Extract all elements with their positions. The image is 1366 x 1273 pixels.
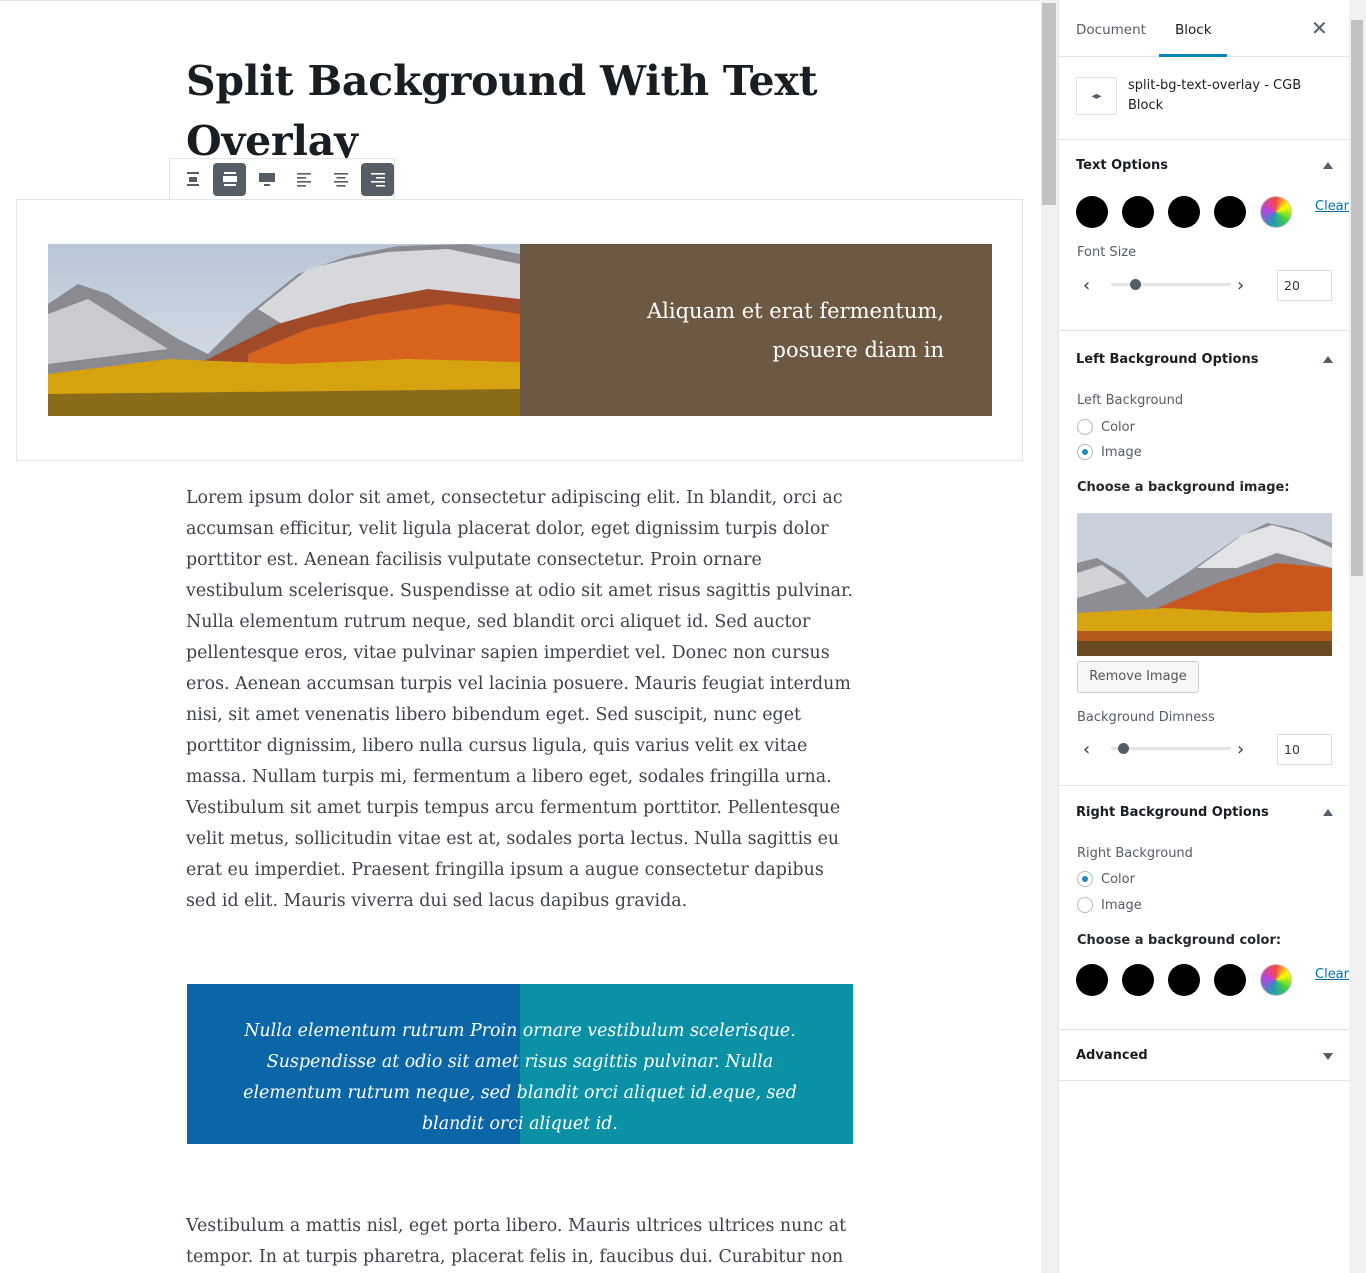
right-bg-color-palette bbox=[1076, 964, 1292, 996]
right-bg-radio-image[interactable]: Image bbox=[1077, 897, 1142, 913]
text-align-center-button[interactable] bbox=[324, 163, 357, 196]
radio-label: Image bbox=[1101, 897, 1142, 913]
font-size-label: Font Size bbox=[1077, 245, 1137, 260]
close-icon[interactable]: ✕ bbox=[1311, 18, 1328, 38]
mountain-landscape-image bbox=[48, 244, 520, 416]
chevron-right-icon[interactable]: › bbox=[1237, 275, 1244, 296]
right-bg-radio-color[interactable]: Color bbox=[1077, 871, 1135, 887]
paragraph-block[interactable]: Lorem ipsum dolor sit amet, consectetur … bbox=[186, 483, 856, 917]
dimness-slider-handle[interactable] bbox=[1118, 743, 1129, 754]
chevron-left-icon[interactable]: ‹ bbox=[1083, 275, 1090, 296]
clear-text-color-link[interactable]: Clear bbox=[1315, 199, 1349, 214]
color-swatch[interactable] bbox=[1214, 964, 1246, 996]
font-size-track[interactable] bbox=[1111, 283, 1231, 286]
right-background-label: Right Background bbox=[1077, 846, 1193, 861]
text-align-center-icon bbox=[333, 173, 348, 187]
align-center-button[interactable] bbox=[176, 163, 209, 196]
choose-image-label: Choose a background image: bbox=[1077, 480, 1290, 495]
text-align-right-icon bbox=[370, 173, 385, 187]
left-background-label: Left Background bbox=[1077, 393, 1184, 408]
panel-divider bbox=[1059, 785, 1350, 786]
dimness-input[interactable]: 10 bbox=[1277, 734, 1332, 765]
dimness-track[interactable] bbox=[1111, 747, 1231, 750]
choose-color-label: Choose a background color: bbox=[1077, 933, 1282, 948]
editor-scrollbar-thumb[interactable] bbox=[1042, 3, 1056, 205]
block-type-icon: ◂▸ bbox=[1076, 77, 1117, 115]
panel-right-bg-title[interactable]: Right Background Options bbox=[1076, 805, 1269, 820]
color-swatch[interactable] bbox=[1122, 196, 1154, 228]
post-title[interactable]: Split Background With Text Overlay bbox=[186, 51, 866, 171]
radio-button[interactable] bbox=[1077, 897, 1093, 913]
split2-overlay-text[interactable]: Nulla elementum rutrum Proin ornare vest… bbox=[215, 1016, 825, 1140]
block-card: ◂▸ split-bg-text-overlay - CGB Block bbox=[1059, 57, 1349, 140]
text-align-left-button[interactable] bbox=[287, 163, 320, 196]
text-color-palette bbox=[1076, 196, 1292, 228]
color-swatch[interactable] bbox=[1076, 196, 1108, 228]
custom-color-picker[interactable] bbox=[1260, 196, 1292, 228]
background-image-preview[interactable] bbox=[1077, 513, 1332, 656]
color-swatch[interactable] bbox=[1214, 196, 1246, 228]
radio-label: Image bbox=[1101, 444, 1142, 460]
remove-image-button[interactable]: Remove Image bbox=[1077, 661, 1199, 693]
left-bg-radio-image[interactable]: Image bbox=[1077, 444, 1142, 460]
split-overlay-text[interactable]: Aliquam et erat fermentum, posuere diam … bbox=[584, 292, 944, 370]
font-size-slider-handle[interactable] bbox=[1130, 279, 1141, 290]
block-card-title: split-bg-text-overlay - CGB Block bbox=[1128, 78, 1302, 113]
color-swatch[interactable] bbox=[1168, 196, 1200, 228]
chevron-up-icon[interactable] bbox=[1323, 162, 1333, 169]
custom-color-picker[interactable] bbox=[1260, 964, 1292, 996]
align-full-button[interactable] bbox=[250, 163, 283, 196]
text-align-left-icon bbox=[296, 173, 311, 187]
color-swatch[interactable] bbox=[1122, 964, 1154, 996]
text-align-right-button[interactable] bbox=[361, 162, 394, 196]
chevron-up-icon[interactable] bbox=[1323, 809, 1333, 816]
editor-scrollbar[interactable] bbox=[1041, 0, 1058, 1273]
split-background-block-2[interactable]: Nulla elementum rutrum Proin ornare vest… bbox=[187, 984, 853, 1144]
color-swatch[interactable] bbox=[1076, 964, 1108, 996]
split-right-panel: Aliquam et erat fermentum, posuere diam … bbox=[520, 244, 992, 416]
radio-button[interactable] bbox=[1077, 419, 1093, 435]
settings-sidebar: Document Block ✕ ◂▸ split-bg-text-overla… bbox=[1058, 0, 1350, 1273]
editor-canvas: Split Background With Text Overlay Aliqu… bbox=[0, 0, 1040, 1273]
align-wide-icon bbox=[222, 172, 237, 186]
font-size-input[interactable]: 20 bbox=[1277, 270, 1332, 301]
align-center-icon bbox=[186, 172, 199, 186]
sidebar-tabs: Document Block ✕ bbox=[1059, 0, 1349, 57]
chevron-down-icon[interactable] bbox=[1323, 1053, 1333, 1060]
panel-left-bg-title[interactable]: Left Background Options bbox=[1076, 352, 1258, 367]
align-wide-button[interactable] bbox=[213, 162, 246, 196]
sidebar-scrollbar-thumb[interactable] bbox=[1351, 20, 1363, 576]
radio-button[interactable] bbox=[1077, 871, 1093, 887]
align-full-icon bbox=[258, 173, 275, 186]
chevron-right-icon[interactable]: › bbox=[1237, 739, 1244, 760]
panel-divider bbox=[1059, 1080, 1350, 1081]
color-swatch[interactable] bbox=[1168, 964, 1200, 996]
panel-divider bbox=[1059, 1029, 1350, 1030]
radio-button[interactable] bbox=[1077, 444, 1093, 460]
panel-advanced-title[interactable]: Advanced bbox=[1076, 1048, 1148, 1063]
chevron-left-icon[interactable]: ‹ bbox=[1083, 739, 1090, 760]
split-background-block[interactable]: Aliquam et erat fermentum, posuere diam … bbox=[16, 199, 1023, 461]
clear-bg-color-link[interactable]: Clear bbox=[1315, 967, 1349, 982]
left-bg-radio-color[interactable]: Color bbox=[1077, 419, 1135, 435]
background-dimness-label: Background Dimness bbox=[1077, 710, 1215, 725]
radio-label: Color bbox=[1101, 419, 1135, 435]
panel-text-options-title[interactable]: Text Options bbox=[1076, 158, 1168, 173]
panel-divider bbox=[1059, 330, 1350, 331]
block-toolbar bbox=[169, 158, 395, 200]
tab-block[interactable]: Block bbox=[1175, 22, 1212, 38]
tab-document[interactable]: Document bbox=[1076, 22, 1146, 38]
radio-label: Color bbox=[1101, 871, 1135, 887]
chevron-up-icon[interactable] bbox=[1323, 356, 1333, 363]
paragraph-block[interactable]: Vestibulum a mattis nisl, eget porta lib… bbox=[186, 1211, 856, 1273]
sidebar-scrollbar[interactable] bbox=[1349, 0, 1366, 1273]
